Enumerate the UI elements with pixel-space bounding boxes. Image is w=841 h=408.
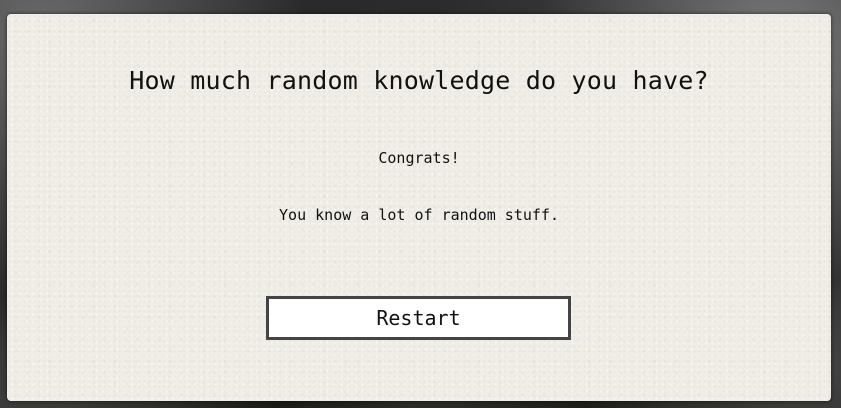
restart-button[interactable]: Restart bbox=[266, 296, 571, 340]
quiz-card: How much random knowledge do you have? C… bbox=[7, 14, 831, 401]
result-message: You know a lot of random stuff. bbox=[279, 206, 559, 224]
result-heading: Congrats! bbox=[378, 149, 460, 167]
quiz-title: How much random knowledge do you have? bbox=[129, 66, 709, 95]
